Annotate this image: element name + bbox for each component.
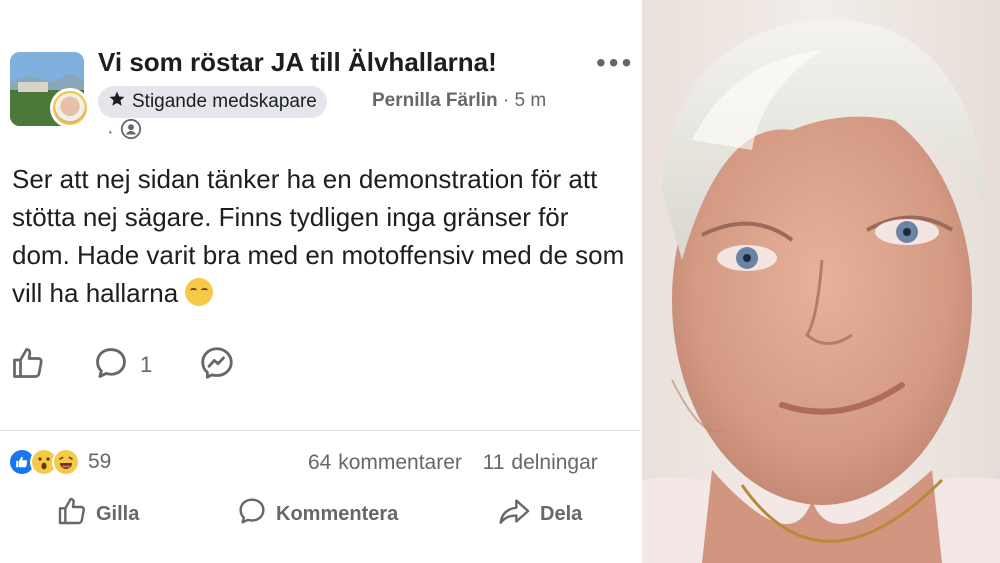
share-count[interactable]: 11 delningar [483,451,598,474]
comment-icon [236,495,268,533]
like-button[interactable]: Gilla [56,494,139,534]
thumbs-up-icon [56,495,88,533]
user-avatar[interactable] [50,88,90,128]
star-icon [108,90,126,114]
comment-icon [92,344,130,387]
post-stats: 64 kommentarer 11 delningar [308,451,598,475]
messenger-button[interactable] [198,345,236,385]
post-body: Ser att nej sidan tänker ha en demonstra… [12,160,627,312]
contributor-badge[interactable]: Stigande medskapare [98,86,327,118]
like-label: Gilla [96,502,140,525]
badge-label: Stigande medskapare [132,91,317,112]
reaction-summary[interactable]: 59 [8,448,111,476]
post-time[interactable]: 5 m [515,90,547,111]
post-avatar-group[interactable] [10,52,90,128]
more-icon[interactable]: ••• [596,49,634,77]
facebook-post: Vi som röstar JA till Älvhallarna! ••• S… [0,0,640,563]
share-icon [498,495,532,533]
share-button[interactable]: Dela [498,494,582,534]
comment-button[interactable]: Kommentera [236,494,398,534]
inline-comment-count: 1 [140,352,153,377]
portrait-photo [642,0,1000,563]
haha-reaction-icon [52,448,80,476]
inline-comment-button[interactable]: 1 [92,345,152,385]
time-separator: · [502,90,510,111]
comment-label: Kommentera [276,502,399,525]
share-label: Dela [540,502,583,525]
inline-like-button[interactable] [10,345,46,385]
post-body-text: Ser att nej sidan tänker ha en demonstra… [12,164,625,308]
divider [0,430,640,431]
privacy-separator: · [107,120,114,143]
messenger-icon [198,344,236,387]
friends-icon[interactable] [120,118,142,146]
comment-count[interactable]: 64 kommentarer [308,451,462,474]
author-name[interactable]: Pernilla Färlin [372,90,498,111]
group-name[interactable]: Vi som röstar JA till Älvhallarna! [98,47,497,78]
thumbs-up-icon [10,345,46,386]
privacy-row: · [107,118,142,146]
relieved-emoji-icon [185,278,214,306]
reaction-count: 59 [88,450,112,473]
post-meta: Pernilla Färlin · 5 m [372,90,546,112]
